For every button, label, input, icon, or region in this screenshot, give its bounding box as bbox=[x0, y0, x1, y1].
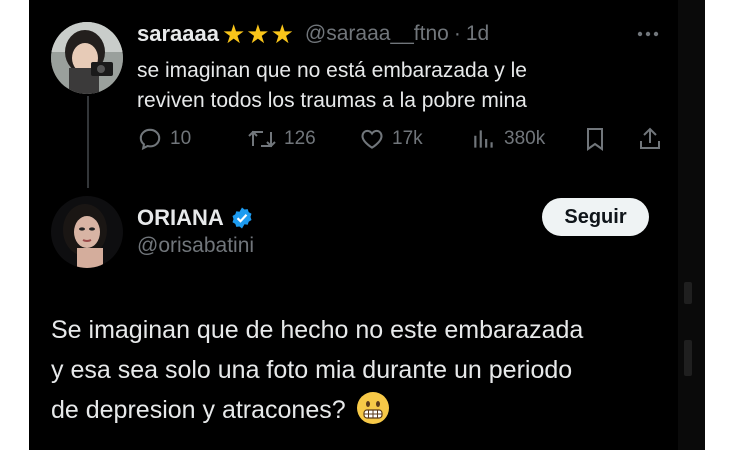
main-text-line: de depresion y atracones? bbox=[51, 396, 346, 424]
bookmark-icon bbox=[583, 126, 607, 152]
repost-button[interactable]: 126 bbox=[247, 126, 316, 152]
main-text: Se imaginan que de hecho no este embaraz… bbox=[51, 310, 583, 430]
main-text-line: y esa sea solo una foto mia durante un p… bbox=[51, 356, 573, 384]
reply-handle[interactable]: @saraaa__ftno bbox=[305, 22, 449, 46]
main-text-line: Se imaginan que de hecho no este embaraz… bbox=[51, 316, 584, 344]
verified-badge-icon bbox=[230, 206, 254, 230]
reply-text-line: se imaginan que no está embarazada y le bbox=[137, 59, 527, 82]
reply-header: saraaaa ★★★ @saraaa__ftno · 1d bbox=[137, 20, 489, 48]
separator-dot: · bbox=[453, 22, 461, 45]
thread-line bbox=[87, 96, 89, 188]
bookmark-button[interactable] bbox=[583, 126, 607, 152]
reply-icon bbox=[137, 126, 163, 152]
edge-mark bbox=[684, 340, 692, 376]
views-icon bbox=[471, 126, 497, 152]
main-header: ORIANA bbox=[137, 204, 254, 232]
star-icon: ★ bbox=[246, 19, 271, 49]
reply-text-line: reviven todos los traumas a la pobre min… bbox=[137, 89, 527, 112]
star-icon: ★ bbox=[221, 19, 247, 49]
repost-icon bbox=[247, 126, 277, 152]
like-button[interactable]: 17k bbox=[359, 126, 423, 152]
share-icon bbox=[637, 126, 663, 152]
grimacing-face-icon bbox=[356, 392, 389, 424]
reply-time[interactable]: 1d bbox=[466, 22, 489, 46]
main-handle[interactable]: @orisabatini bbox=[137, 234, 254, 258]
scroll-edge bbox=[678, 0, 705, 450]
follow-button[interactable]: Seguir bbox=[542, 198, 649, 236]
edge-mark bbox=[684, 282, 692, 304]
star-badges: ★★★ bbox=[222, 20, 295, 48]
reply-avatar[interactable] bbox=[51, 22, 123, 94]
main-display-name[interactable]: ORIANA bbox=[137, 205, 224, 231]
like-count: 17k bbox=[392, 128, 423, 149]
more-icon[interactable] bbox=[635, 26, 661, 42]
views-button[interactable]: 380k bbox=[471, 126, 545, 152]
reply-text: se imaginan que no está embarazada y le … bbox=[137, 56, 527, 116]
reply-display-name[interactable]: saraaaa bbox=[137, 21, 219, 47]
like-icon bbox=[359, 126, 385, 152]
reply-actions: 10 126 17k 380k bbox=[137, 126, 660, 156]
reply-count: 10 bbox=[170, 128, 192, 149]
share-button[interactable] bbox=[637, 126, 663, 152]
star-icon: ★ bbox=[270, 19, 295, 49]
main-text-line-last: de depresion y atracones? bbox=[51, 390, 583, 430]
repost-count: 126 bbox=[284, 128, 316, 149]
tweet-screen: saraaaa ★★★ @saraaa__ftno · 1d se imagin… bbox=[29, 0, 705, 450]
views-count: 380k bbox=[504, 128, 546, 149]
main-avatar[interactable] bbox=[51, 196, 123, 268]
reply-button[interactable]: 10 bbox=[137, 126, 191, 152]
